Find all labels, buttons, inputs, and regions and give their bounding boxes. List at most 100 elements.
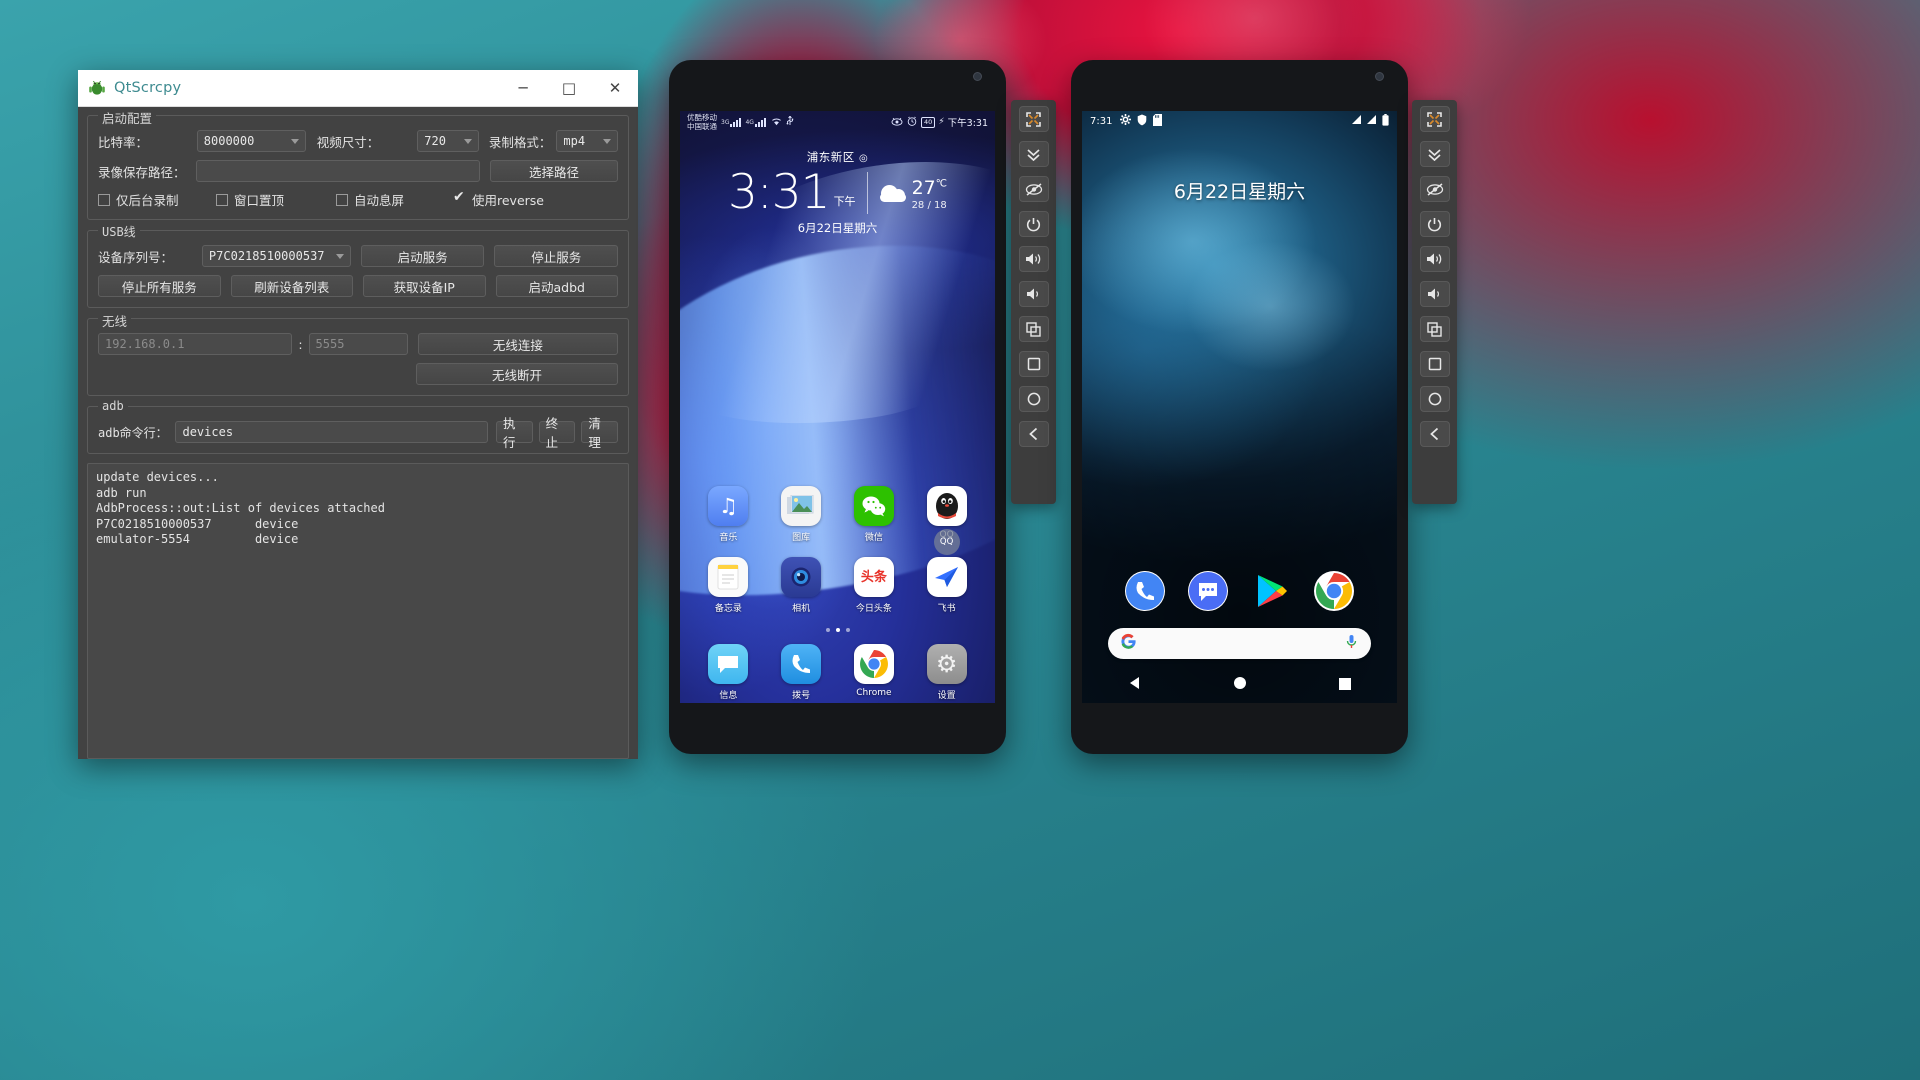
adb-command-input[interactable]: devices bbox=[175, 421, 488, 443]
app-camera[interactable]: 相机 bbox=[773, 557, 829, 614]
refresh-device-list-button[interactable]: 刷新设备列表 bbox=[230, 275, 353, 297]
phone2-screen[interactable]: 7:31 6月22日星期六 bbox=[1082, 111, 1397, 703]
bitrate-value: 8000000 bbox=[203, 134, 255, 148]
google-search-bar[interactable] bbox=[1108, 628, 1371, 659]
app-switch-button[interactable] bbox=[1018, 316, 1049, 342]
app-qq[interactable]: QQ QQ bbox=[919, 486, 975, 555]
choose-path-button[interactable]: 选择路径 bbox=[489, 160, 619, 182]
clock-weather-widget[interactable]: 浦东新区 ◎ 3:31 下午 27℃ 28 / 18 6月22日星期六 bbox=[680, 149, 995, 236]
app-notes[interactable]: 备忘录 bbox=[700, 557, 756, 614]
close-button[interactable]: ✕ bbox=[592, 70, 638, 107]
screen-off-button[interactable] bbox=[1018, 176, 1049, 202]
adb-clear-button[interactable]: 清理 bbox=[581, 416, 618, 450]
back-button[interactable] bbox=[1127, 675, 1143, 695]
back-button[interactable] bbox=[1018, 421, 1049, 447]
qtscrcpy-window: QtScrcpy ─ □ ✕ 启动配置 比特率： 8000000 视频尺寸： 7… bbox=[78, 70, 638, 759]
app-gallery[interactable]: 图库 bbox=[773, 486, 829, 543]
app-row-2: 备忘录 相机 头条 今日头条 飞书 bbox=[680, 557, 995, 614]
get-device-ip-button[interactable]: 获取设备IP bbox=[363, 275, 486, 297]
app-wechat[interactable]: 微信 bbox=[846, 486, 902, 543]
phone2-shell: 7:31 6月22日星期六 bbox=[1071, 60, 1408, 754]
settings-icon: ⚙ bbox=[926, 644, 967, 684]
app-dialer[interactable]: 拨号 bbox=[773, 644, 829, 701]
google-g-icon bbox=[1120, 633, 1137, 654]
home-button[interactable] bbox=[1018, 351, 1049, 377]
dock-messenger-app[interactable] bbox=[1188, 571, 1228, 611]
maximize-button[interactable]: □ bbox=[546, 70, 592, 107]
wireless-separator: : bbox=[298, 336, 303, 352]
dock-phone-app[interactable] bbox=[1125, 571, 1165, 611]
home-button[interactable] bbox=[1419, 351, 1450, 377]
wireless-port-input[interactable]: 5555 bbox=[308, 333, 408, 355]
fullscreen-button[interactable] bbox=[1018, 106, 1049, 132]
checkbox-auto-screen-off[interactable]: 自动息屏 bbox=[336, 190, 454, 209]
network-type-2: 4G bbox=[745, 118, 754, 126]
date-widget[interactable]: 6月22日星期六 bbox=[1082, 177, 1397, 204]
dock-chrome-app[interactable] bbox=[1314, 571, 1354, 611]
wireless-ip-input[interactable]: 192.168.0.1 bbox=[98, 333, 293, 355]
gallery-icon bbox=[781, 486, 822, 526]
app-feishu[interactable]: 飞书 bbox=[919, 557, 975, 614]
record-format-value: mp4 bbox=[563, 134, 586, 148]
google-mic-icon[interactable] bbox=[1344, 634, 1359, 653]
app-music[interactable]: ♫ 音乐 bbox=[700, 486, 756, 543]
screen-off-button[interactable] bbox=[1419, 176, 1450, 202]
phone1-screen[interactable]: 优酷移动 中国联通 3G 4G 40 ⚡ 下午3:31 浦东新区 ◎ 3:31 … bbox=[680, 111, 995, 703]
adb-execute-button[interactable]: 执行 bbox=[495, 416, 533, 450]
app-label: 图库 bbox=[792, 533, 811, 543]
record-format-combo[interactable]: mp4 bbox=[556, 130, 618, 152]
volume-down-button[interactable] bbox=[1419, 281, 1450, 307]
checkbox-use-reverse[interactable]: 使用reverse bbox=[453, 189, 544, 209]
video-size-value: 720 bbox=[424, 134, 446, 148]
checkbox-background-record[interactable]: 仅后台录制 bbox=[98, 190, 216, 209]
dock-play-store-app[interactable] bbox=[1251, 571, 1291, 611]
app-label: 飞书 bbox=[937, 604, 956, 614]
volume-up-button[interactable] bbox=[1419, 246, 1450, 272]
start-adbd-button[interactable]: 启动adbd bbox=[495, 275, 618, 297]
app-toutiao[interactable]: 头条 今日头条 bbox=[846, 557, 902, 614]
wireless-connect-button[interactable]: 无线连接 bbox=[417, 333, 618, 355]
log-output[interactable]: update devices... adb run AdbProcess::ou… bbox=[87, 463, 629, 759]
page-dot bbox=[845, 628, 850, 632]
start-service-button[interactable]: 启动服务 bbox=[360, 245, 485, 267]
home-button[interactable] bbox=[1232, 675, 1248, 695]
signal-icon-1 bbox=[730, 117, 742, 127]
status-time: 7:31 bbox=[1090, 115, 1113, 127]
app-label: 音乐 bbox=[719, 533, 738, 543]
minimize-button[interactable]: ─ bbox=[500, 70, 546, 107]
save-path-input[interactable] bbox=[196, 160, 480, 182]
app-chrome[interactable]: Chrome bbox=[846, 644, 902, 701]
volume-down-button[interactable] bbox=[1018, 281, 1049, 307]
power-button[interactable] bbox=[1419, 211, 1450, 237]
power-button[interactable] bbox=[1018, 211, 1049, 237]
device-serial-combo[interactable]: P7C0218510000537 bbox=[201, 245, 351, 267]
volume-up-button[interactable] bbox=[1018, 246, 1049, 272]
serial-label: 设备序列号： bbox=[98, 249, 174, 265]
adb-terminate-button[interactable]: 终止 bbox=[538, 416, 576, 450]
menu-button[interactable] bbox=[1018, 386, 1049, 412]
stop-all-services-button[interactable]: 停止所有服务 bbox=[98, 275, 221, 297]
expand-notification-button[interactable] bbox=[1018, 141, 1049, 167]
bitrate-row: 比特率： 8000000 视频尺寸： 720 录制格式： mp4 bbox=[98, 130, 618, 152]
app-switch-button[interactable] bbox=[1419, 316, 1450, 342]
app-settings[interactable]: ⚙ 设置 bbox=[919, 644, 975, 701]
back-button[interactable] bbox=[1419, 421, 1450, 447]
dock-row: 信息 拨号 Chrome ⚙ 设置 bbox=[680, 644, 995, 701]
stop-service-button[interactable]: 停止服务 bbox=[494, 245, 618, 267]
save-path-label: 录像保存路径： bbox=[98, 164, 186, 180]
menu-button[interactable] bbox=[1419, 386, 1450, 412]
app-label: 拨号 bbox=[792, 691, 811, 701]
recents-button[interactable] bbox=[1338, 676, 1352, 695]
window-titlebar[interactable]: QtScrcpy ─ □ ✕ bbox=[78, 70, 638, 107]
checkbox-window-on-top[interactable]: 窗口置顶 bbox=[216, 190, 336, 209]
checkbox-box bbox=[98, 193, 110, 206]
fullscreen-button[interactable] bbox=[1419, 106, 1450, 132]
checkbox-label: 自动息屏 bbox=[354, 193, 405, 208]
app-messages[interactable]: 信息 bbox=[700, 644, 756, 701]
expand-notification-button[interactable] bbox=[1419, 141, 1450, 167]
usb-icon bbox=[786, 115, 794, 128]
bitrate-combo[interactable]: 8000000 bbox=[196, 130, 306, 152]
feishu-icon bbox=[926, 557, 967, 597]
video-size-combo[interactable]: 720 bbox=[417, 130, 479, 152]
wireless-disconnect-button[interactable]: 无线断开 bbox=[416, 363, 618, 385]
